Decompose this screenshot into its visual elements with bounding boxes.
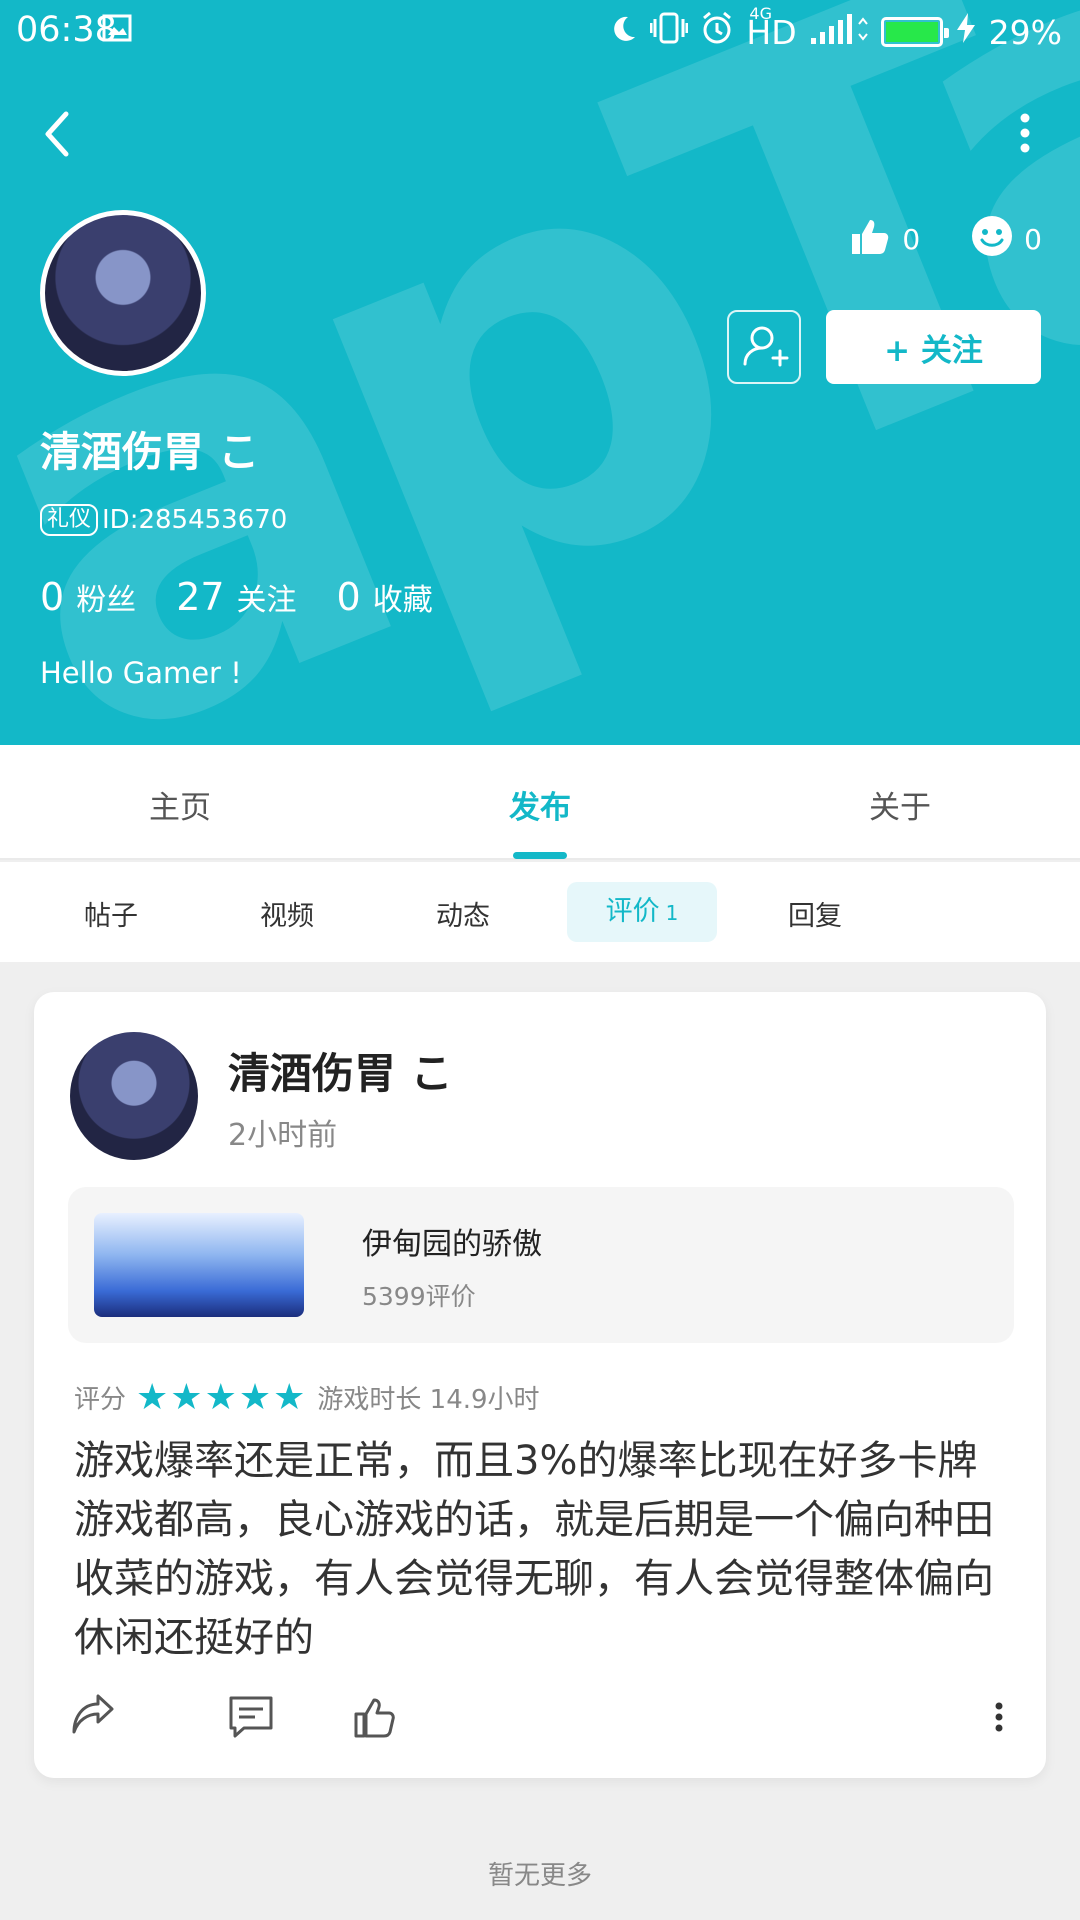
rating-row: 评分 ★★★★★ 游戏时长 14.9小时 — [74, 1377, 540, 1418]
review-card[interactable]: 清酒伤胃 こ 2小时前 伊甸园的骄傲 5399评价 评分 ★★★★★ 游戏时长 … — [34, 992, 1046, 1778]
battery-icon — [880, 17, 949, 47]
share-icon — [72, 1694, 114, 1734]
profile-header: apTa 06:38 HD 4G 29% 0 0 + 关注 清酒伤胃 こ 礼仪 … — [0, 0, 1080, 745]
review-time: 2小时前 — [228, 1118, 338, 1153]
signal-icon — [809, 10, 869, 54]
share-button[interactable] — [68, 1692, 118, 1742]
rating-label: 评分 — [74, 1385, 127, 1415]
status-bar: 06:38 HD 4G 29% — [0, 0, 1080, 64]
profile-bio: Hello Gamer ! — [40, 656, 242, 690]
review-content: 游戏爆率还是正常，而且3%的爆率比现在好多卡牌游戏都高，良心游戏的话，就是后期是… — [74, 1438, 994, 1661]
review-more-button[interactable] — [984, 1692, 1014, 1742]
smile-count: 0 — [1024, 223, 1042, 256]
add-user-icon — [743, 326, 789, 367]
tab-indicator — [513, 852, 567, 859]
status-battery: 29% — [988, 12, 1062, 52]
profile-reactions: 0 0 — [848, 214, 1042, 265]
review-actions — [68, 1692, 1014, 1752]
alarm-icon — [700, 11, 734, 53]
subtab-reviews-label: 评价 — [605, 896, 660, 927]
subtab-moments[interactable]: 动态 — [436, 894, 490, 933]
stat-fans[interactable]: 0 粉丝 — [40, 575, 136, 619]
profile-id-line: 礼仪 ID:285453670 — [40, 504, 287, 536]
like-button[interactable] — [350, 1692, 400, 1742]
more-options-button[interactable] — [1010, 108, 1040, 158]
review-username[interactable]: 清酒伤胃 こ — [228, 1040, 453, 1101]
stat-favorites[interactable]: 0 收藏 — [337, 575, 433, 619]
vibrate-icon — [649, 11, 689, 53]
subtab-posts[interactable]: 帖子 — [84, 894, 138, 933]
add-friend-button[interactable] — [727, 310, 801, 384]
profile-id: ID:285453670 — [102, 505, 288, 535]
playtime: 游戏时长 14.9小时 — [317, 1385, 540, 1415]
gallery-icon — [102, 12, 132, 52]
back-arrow-icon — [45, 111, 69, 157]
profile-stats: 0 粉丝 27 关注 0 收藏 — [40, 575, 433, 619]
star-rating: ★★★★★ — [136, 1377, 308, 1418]
like-icon — [354, 1698, 395, 1738]
subtab-videos[interactable]: 视频 — [260, 894, 314, 933]
review-avatar[interactable] — [70, 1032, 198, 1160]
comment-icon — [229, 1696, 273, 1738]
thumbs-up-icon[interactable] — [848, 214, 892, 265]
stat-following[interactable]: 27 关注 — [176, 575, 296, 619]
subtab-reviews[interactable]: 评价 1 — [567, 882, 717, 942]
tab-posts[interactable]: 发布 — [440, 782, 640, 827]
etiquette-badge: 礼仪 — [40, 504, 99, 536]
comment-button[interactable] — [226, 1692, 276, 1742]
smile-icon[interactable] — [970, 214, 1014, 265]
main-tabs: 主页 发布 关于 — [0, 745, 1080, 860]
no-more-text: 暂无更多 — [487, 1861, 592, 1891]
game-review-count: 5399评价 — [362, 1282, 476, 1311]
status-network: 4G — [749, 4, 772, 23]
subtab-reviews-count: 1 — [665, 901, 679, 925]
charging-icon — [955, 12, 977, 52]
likes-count: 0 — [902, 223, 921, 256]
more-vertical-icon — [995, 1702, 1003, 1732]
game-name: 伊甸园的骄傲 — [362, 1227, 542, 1262]
moon-icon — [608, 13, 638, 52]
tab-home[interactable]: 主页 — [80, 782, 280, 827]
profile-avatar[interactable] — [40, 210, 206, 376]
follow-button[interactable]: + 关注 — [826, 310, 1041, 384]
back-button[interactable] — [34, 104, 84, 164]
subtab-replies[interactable]: 回复 — [788, 894, 842, 933]
game-thumbnail — [94, 1213, 304, 1317]
tab-about[interactable]: 关于 — [800, 782, 1000, 827]
game-card[interactable]: 伊甸园的骄傲 5399评价 — [68, 1187, 1014, 1343]
sub-tabs: 帖子 视频 动态 评价 1 回复 — [0, 862, 1080, 962]
profile-username: 清酒伤胃 こ — [40, 428, 260, 476]
more-vertical-icon — [1020, 113, 1030, 153]
